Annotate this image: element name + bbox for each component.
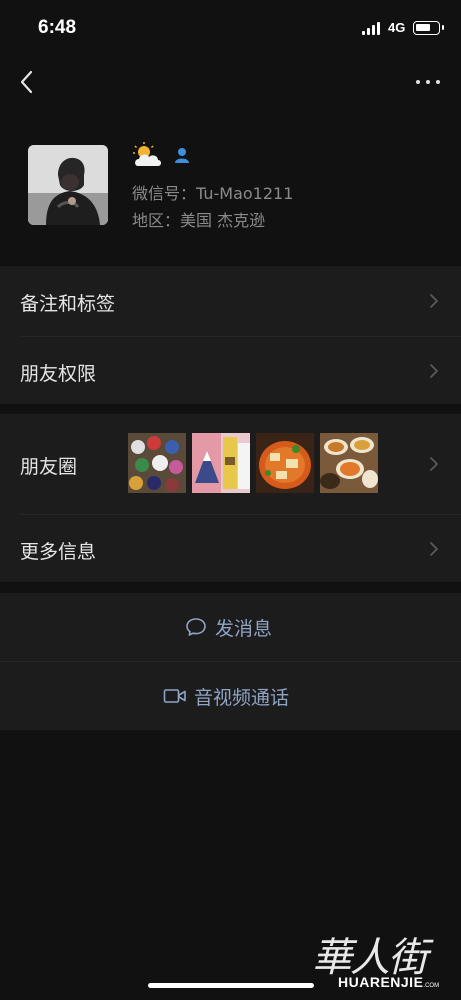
info-group: 朋友圈 更多信息 — [0, 414, 461, 582]
region: 地区：美国 杰克逊 — [132, 211, 266, 230]
row-label: 备注和标签 — [20, 293, 116, 315]
send-message-label: 发消息 — [215, 617, 273, 640]
contact-person-icon — [175, 148, 189, 163]
send-message-button[interactable]: 发消息 — [0, 593, 461, 661]
status-bar: 6:48 4G — [0, 0, 461, 56]
home-indicator[interactable] — [148, 983, 314, 988]
chevron-left-icon — [20, 70, 33, 94]
settings-group: 备注和标签 朋友权限 — [0, 266, 461, 404]
more-dots-icon — [416, 80, 420, 84]
row-more-info[interactable]: 更多信息 — [0, 515, 461, 582]
network-type: 4G — [388, 20, 406, 35]
wechat-id: 微信号：Tu-Mao1211 — [132, 184, 294, 203]
profile-header: 微信号：Tu-Mao1211 地区：美国 杰克逊 — [0, 106, 461, 266]
nav-bar — [0, 56, 461, 106]
chevron-right-icon — [430, 542, 438, 556]
chevron-right-icon — [430, 364, 438, 378]
watermark-en: HUARENJIE.COM — [338, 974, 440, 990]
chevron-right-icon — [430, 294, 438, 308]
row-friend-permissions[interactable]: 朋友权限 — [0, 337, 461, 404]
video-call-label: 音视频通话 — [194, 686, 290, 709]
row-moments[interactable]: 朋友圈 — [0, 414, 461, 514]
signal-strength-icon — [362, 22, 382, 35]
more-button[interactable] — [410, 70, 446, 94]
moments-thumbnail — [256, 433, 314, 493]
back-button[interactable] — [10, 64, 46, 100]
row-remark-tags[interactable]: 备注和标签 — [0, 266, 461, 336]
row-label: 更多信息 — [20, 541, 97, 563]
moments-thumbnail — [320, 433, 378, 493]
chat-bubble-icon — [186, 618, 206, 636]
avatar-image — [28, 145, 108, 225]
video-camera-icon — [163, 689, 186, 703]
row-label: 朋友权限 — [20, 363, 97, 385]
status-time: 6:48 — [38, 17, 77, 38]
weather-sun-cloud-icon — [133, 142, 161, 166]
video-call-button[interactable]: 音视频通话 — [0, 662, 461, 730]
avatar[interactable] — [28, 145, 108, 225]
chevron-right-icon — [430, 457, 438, 471]
moments-thumbnail — [192, 433, 250, 493]
moments-thumbnail — [128, 433, 186, 493]
battery-icon — [413, 21, 444, 35]
row-label: 朋友圈 — [20, 456, 78, 478]
watermark-logo: 華人街 HUARENJIE.COM — [308, 925, 453, 993]
